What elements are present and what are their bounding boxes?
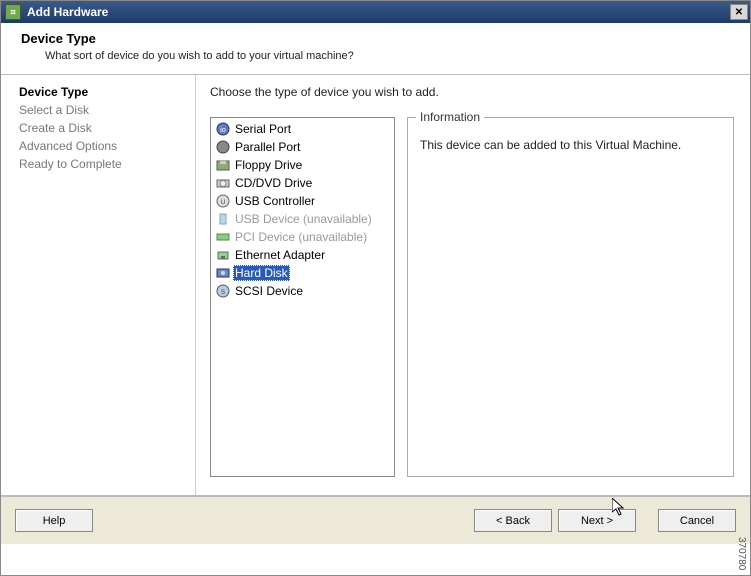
- image-id-label: 370780: [736, 537, 747, 570]
- hard-disk-icon: [215, 265, 231, 281]
- device-label: Hard Disk: [233, 265, 290, 281]
- ethernet-adapter-icon: [215, 247, 231, 263]
- step-select-a-disk[interactable]: Select a Disk: [19, 103, 185, 117]
- device-label: CD/DVD Drive: [233, 175, 314, 191]
- wizard-steps: Device Type Select a Disk Create a Disk …: [1, 75, 196, 495]
- parallel-port-icon: [215, 139, 231, 155]
- device-floppy-drive[interactable]: Floppy Drive: [211, 156, 394, 174]
- wizard-button-bar: Help < Back Next > Cancel: [1, 496, 750, 544]
- device-type-list[interactable]: io Serial Port Parallel Port Floppy Driv…: [210, 117, 395, 477]
- device-label: SCSI Device: [233, 283, 305, 299]
- svg-text:U: U: [221, 200, 225, 206]
- usb-controller-icon: U: [215, 193, 231, 209]
- device-usb-device[interactable]: USB Device (unavailable): [211, 210, 394, 228]
- close-button[interactable]: ✕: [730, 4, 748, 20]
- device-scsi-device[interactable]: S SCSI Device: [211, 282, 394, 300]
- device-pci-device[interactable]: PCI Device (unavailable): [211, 228, 394, 246]
- step-advanced-options[interactable]: Advanced Options: [19, 139, 185, 153]
- device-hard-disk[interactable]: Hard Disk: [211, 264, 394, 282]
- floppy-drive-icon: [215, 157, 231, 173]
- step-ready-to-complete[interactable]: Ready to Complete: [19, 157, 185, 171]
- device-ethernet-adapter[interactable]: Ethernet Adapter: [211, 246, 394, 264]
- wizard-header: Device Type What sort of device do you w…: [1, 23, 750, 74]
- device-label: Parallel Port: [233, 139, 302, 155]
- cd-dvd-drive-icon: [215, 175, 231, 191]
- serial-port-icon: io: [215, 121, 231, 137]
- back-button[interactable]: < Back: [474, 509, 552, 532]
- instruction-text: Choose the type of device you wish to ad…: [210, 85, 734, 99]
- step-device-type[interactable]: Device Type: [19, 85, 185, 99]
- device-label: USB Controller: [233, 193, 317, 209]
- device-parallel-port[interactable]: Parallel Port: [211, 138, 394, 156]
- device-cd-dvd-drive[interactable]: CD/DVD Drive: [211, 174, 394, 192]
- page-title: Device Type: [21, 31, 738, 46]
- step-create-a-disk[interactable]: Create a Disk: [19, 121, 185, 135]
- device-label: PCI Device (unavailable): [233, 229, 369, 245]
- svg-text:io: io: [220, 127, 226, 134]
- information-panel: Information This device can be added to …: [407, 117, 734, 477]
- wizard-body: Device Type Select a Disk Create a Disk …: [1, 75, 750, 495]
- device-serial-port[interactable]: io Serial Port: [211, 120, 394, 138]
- window-title: Add Hardware: [27, 5, 730, 19]
- information-legend: Information: [416, 110, 484, 124]
- device-usb-controller[interactable]: U USB Controller: [211, 192, 394, 210]
- pci-device-icon: [215, 229, 231, 245]
- app-icon: ⌗: [5, 4, 21, 20]
- wizard-content: Choose the type of device you wish to ad…: [196, 75, 750, 495]
- help-button[interactable]: Help: [15, 509, 93, 532]
- device-label: Ethernet Adapter: [233, 247, 327, 263]
- next-button[interactable]: Next >: [558, 509, 636, 532]
- cancel-button[interactable]: Cancel: [658, 509, 736, 532]
- page-subtitle: What sort of device do you wish to add t…: [45, 50, 738, 62]
- scsi-device-icon: S: [215, 283, 231, 299]
- titlebar: ⌗ Add Hardware ✕: [1, 1, 750, 23]
- device-label: Floppy Drive: [233, 157, 304, 173]
- svg-text:S: S: [221, 290, 225, 296]
- usb-device-icon: [215, 211, 231, 227]
- information-text: This device can be added to this Virtual…: [420, 138, 721, 152]
- device-label: USB Device (unavailable): [233, 211, 374, 227]
- device-label: Serial Port: [233, 121, 293, 137]
